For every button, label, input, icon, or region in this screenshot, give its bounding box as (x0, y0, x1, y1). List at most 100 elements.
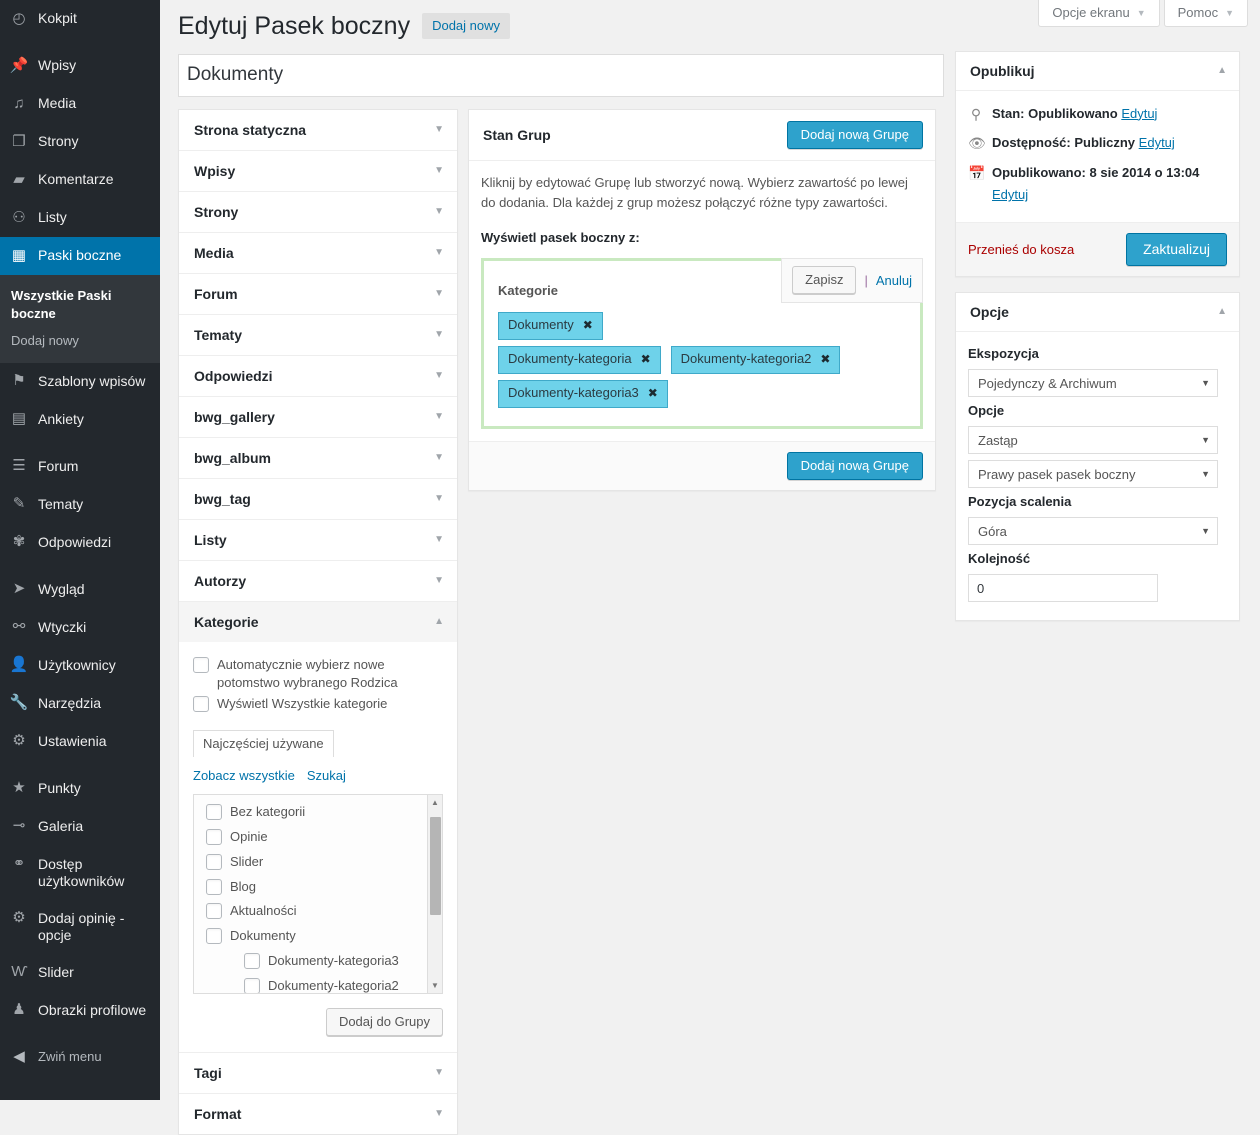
accordion-header[interactable]: bwg_tag ▼ (179, 479, 457, 519)
accordion-header[interactable]: Kategorie ▲ (179, 602, 457, 642)
sidebar-item-wtyczki[interactable]: ⚯ Wtyczki (0, 609, 160, 647)
options-mode-select[interactable]: Zastąp ▼ (968, 426, 1218, 454)
accordion-header[interactable]: Listy ▼ (179, 520, 457, 560)
add-new-group-button-top[interactable]: Dodaj nową Grupę (787, 121, 923, 149)
checkbox-category[interactable] (244, 953, 260, 969)
list-item[interactable]: Dokumenty-kategoria3 (206, 952, 442, 971)
accordion-bwg-album[interactable]: bwg_album ▼ (179, 438, 457, 479)
help-button[interactable]: Pomoc ▼ (1164, 0, 1248, 27)
exposure-select[interactable]: Pojedynczy & Archiwum ▼ (968, 369, 1218, 397)
accordion-header[interactable]: Odpowiedzi ▼ (179, 356, 457, 396)
accordion-odpowiedzi[interactable]: Odpowiedzi ▼ (179, 356, 457, 397)
accordion-wpisy[interactable]: Wpisy ▼ (179, 151, 457, 192)
close-icon[interactable]: ✖ (583, 319, 593, 333)
checkbox-category[interactable] (206, 903, 222, 919)
checkbox-category[interactable] (244, 978, 260, 994)
tab-most-used[interactable]: Najczęściej używane (193, 730, 334, 757)
sidebar-item-slider[interactable]: Ⱳ Slider (0, 954, 160, 992)
save-group-button[interactable]: Zapisz (792, 266, 856, 294)
update-button[interactable]: Zaktualizuj (1126, 233, 1227, 266)
sidebar-item-odpowiedzi[interactable]: ✾ Odpowiedzi (0, 524, 160, 562)
add-to-group-button[interactable]: Dodaj do Grupy (326, 1008, 443, 1036)
move-to-trash-link[interactable]: Przenieś do kosza (968, 242, 1074, 257)
sidebar-item-wpisy[interactable]: 📌 Wpisy (0, 47, 160, 85)
accordion-bwg-tag[interactable]: bwg_tag ▼ (179, 479, 457, 520)
checkbox-row-show-all[interactable]: Wyświetl Wszystkie kategorie (193, 695, 443, 714)
accordion-autorzy[interactable]: Autorzy ▼ (179, 561, 457, 602)
checkbox-auto-children[interactable] (193, 657, 209, 673)
edit-status-link[interactable]: Edytuj (1121, 106, 1157, 121)
accordion-header[interactable]: Tematy ▼ (179, 315, 457, 355)
sidebar-item-dostep-uzytkownikow[interactable]: ⚭ Dostęp użytkowników (0, 846, 160, 900)
scrollbar-thumb[interactable] (430, 817, 441, 915)
list-item[interactable]: Dokumenty-kategoria2 (206, 977, 442, 994)
accordion-header[interactable]: Media ▼ (179, 233, 457, 273)
list-item[interactable]: Blog (206, 878, 442, 897)
submenu-item-wszystkie-paski-boczne[interactable]: Wszystkie Paski boczne (0, 282, 160, 327)
add-new-button[interactable]: Dodaj nowy (422, 13, 510, 39)
sidebar-item-dodaj-opinie-opcje[interactable]: ⚙ Dodaj opinię - opcje (0, 900, 160, 954)
accordion-header[interactable]: Wpisy ▼ (179, 151, 457, 191)
scroll-up-icon[interactable]: ▲ (428, 795, 442, 810)
accordion-header[interactable]: bwg_gallery ▼ (179, 397, 457, 437)
checkbox-category[interactable] (206, 879, 222, 895)
publish-panel-header[interactable]: Opublikuj ▲ (956, 52, 1239, 91)
sidebar-item-ustawienia[interactable]: ⚙ Ustawienia (0, 723, 160, 761)
chip-dokumenty-kategoria2[interactable]: Dokumenty-kategoria2 ✖ (671, 346, 841, 374)
group-box[interactable]: Zapisz | Anuluj Kategorie Dokumenty ✖ (481, 258, 923, 429)
accordion-strona-statyczna[interactable]: Strona statyczna ▼ (179, 110, 457, 151)
stan-grup-header[interactable]: Stan Grup Dodaj nową Grupę (469, 110, 935, 161)
close-icon[interactable]: ✖ (648, 387, 658, 401)
sidebar-item-narzedzia[interactable]: 🔧 Narzędzia (0, 685, 160, 723)
close-icon[interactable]: ✖ (820, 353, 830, 367)
screen-options-button[interactable]: Opcje ekranu ▼ (1038, 0, 1159, 27)
accordion-tagi[interactable]: Tagi ▼ (179, 1053, 457, 1094)
sidebar-item-wyglad[interactable]: ➤ Wygląd (0, 571, 160, 609)
list-item[interactable]: Dokumenty (206, 927, 442, 946)
accordion-header[interactable]: Strony ▼ (179, 192, 457, 232)
close-icon[interactable]: ✖ (641, 353, 651, 367)
sidebar-item-szablony-wpisow[interactable]: ⚑ Szablony wpisów (0, 363, 160, 401)
accordion-header[interactable]: Autorzy ▼ (179, 561, 457, 601)
sidebar-item-strony[interactable]: ❐ Strony (0, 123, 160, 161)
chevron-up-icon[interactable]: ▲ (1217, 307, 1227, 317)
chip-dokumenty-kategoria3[interactable]: Dokumenty-kategoria3 ✖ (498, 380, 668, 408)
category-list-scrollbar[interactable]: ▲ ▼ (427, 795, 442, 993)
accordion-header[interactable]: Tagi ▼ (179, 1053, 457, 1093)
sidebar-item-galeria[interactable]: ⊸ Galeria (0, 808, 160, 846)
sidebar-item-ankiety[interactable]: ▤ Ankiety (0, 401, 160, 439)
list-item[interactable]: Aktualności (206, 902, 442, 921)
merge-position-select[interactable]: Góra ▼ (968, 517, 1218, 545)
options-panel-header[interactable]: Opcje ▲ (956, 293, 1239, 332)
accordion-header[interactable]: Format ▼ (179, 1094, 457, 1134)
sidebar-title-input[interactable] (178, 54, 944, 97)
accordion-listy[interactable]: Listy ▼ (179, 520, 457, 561)
scroll-down-icon[interactable]: ▼ (428, 978, 442, 993)
list-item[interactable]: Slider (206, 853, 442, 872)
accordion-kategorie[interactable]: Kategorie ▲ Automatycznie wybierz nowe p… (179, 602, 457, 1054)
sidebar-item-tematy[interactable]: ✎ Tematy (0, 486, 160, 524)
list-item[interactable]: Bez kategorii (206, 803, 442, 822)
add-new-group-button-bottom[interactable]: Dodaj nową Grupę (787, 452, 923, 480)
checkbox-category[interactable] (206, 804, 222, 820)
sidebar-item-forum[interactable]: ☰ Forum (0, 448, 160, 486)
checkbox-row-auto-children[interactable]: Automatycznie wybierz nowe potomstwo wyb… (193, 656, 443, 694)
accordion-bwg-gallery[interactable]: bwg_gallery ▼ (179, 397, 457, 438)
checkbox-category[interactable] (206, 854, 222, 870)
sidebar-item-uzytkownicy[interactable]: 👤 Użytkownicy (0, 647, 160, 685)
checkbox-category[interactable] (206, 928, 222, 944)
tab-search[interactable]: Szukaj (307, 768, 346, 788)
sidebar-item-zwin-menu[interactable]: ◀ Zwiń menu (0, 1039, 160, 1077)
sidebar-item-obrazki-profilowe[interactable]: ♟ Obrazki profilowe (0, 992, 160, 1030)
sidebar-item-media[interactable]: ♫ Media (0, 85, 160, 123)
checkbox-category[interactable] (206, 829, 222, 845)
sidebar-item-kokpit[interactable]: ◴ Kokpit (0, 0, 160, 38)
accordion-strony[interactable]: Strony ▼ (179, 192, 457, 233)
accordion-format[interactable]: Format ▼ (179, 1094, 457, 1134)
list-item[interactable]: Opinie (206, 828, 442, 847)
accordion-header[interactable]: Strona statyczna ▼ (179, 110, 457, 150)
sidebar-item-listy[interactable]: ⚇ Listy (0, 199, 160, 237)
target-sidebar-select[interactable]: Prawy pasek pasek boczny ▼ (968, 460, 1218, 488)
accordion-header[interactable]: bwg_album ▼ (179, 438, 457, 478)
edit-visibility-link[interactable]: Edytuj (1139, 135, 1175, 150)
